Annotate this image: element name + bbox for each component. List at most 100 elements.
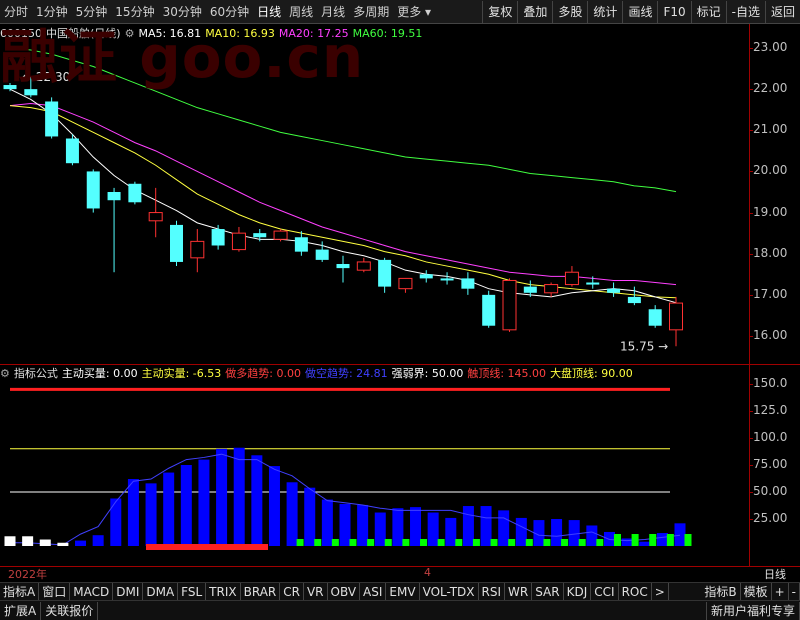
ma-legend: MA5: 16.81 MA10: 16.93 MA20: 17.25 MA60: 19… [138, 27, 426, 40]
candle[interactable] [65, 134, 79, 166]
toolbar-button[interactable]: 统计 [587, 0, 622, 23]
period-tab[interactable]: 分时 [0, 0, 32, 24]
candle[interactable] [148, 187, 163, 238]
period-tab[interactable]: 日线 [253, 0, 285, 24]
candle[interactable] [273, 229, 288, 242]
period-tab[interactable]: 60分钟 [206, 0, 253, 24]
candle[interactable] [378, 257, 392, 293]
price-tick-label: 18.00 [753, 245, 788, 260]
short-trend-bar [462, 506, 474, 546]
green-signal-bar [296, 539, 304, 546]
candle[interactable] [398, 277, 413, 293]
candle[interactable] [107, 187, 121, 273]
toolbar-button[interactable]: F10 [657, 0, 690, 23]
indicator-tab[interactable]: EMV [386, 583, 420, 601]
indicator-tab[interactable]: FSL [178, 583, 207, 601]
toolbar-button[interactable]: 复权 [482, 0, 517, 23]
indicator-tab[interactable]: BRAR [241, 583, 281, 601]
candle[interactable] [231, 226, 246, 252]
short-trend-bar [445, 517, 457, 546]
green-signal-bar [666, 534, 674, 546]
indicator-tab[interactable]: - [789, 583, 800, 601]
indicator-tab[interactable]: TRIX [206, 583, 241, 601]
bottom-button[interactable]: 关联报价 [41, 601, 99, 620]
toolbar-button[interactable]: -自选 [725, 0, 765, 23]
indicator-tab[interactable]: + [772, 583, 789, 601]
tool-buttons: 复权 叠加 多股 统计 画线 F10 标记 -自选 返回 [482, 0, 800, 24]
candle[interactable] [190, 229, 205, 273]
price-tick-label: 16.00 [753, 328, 788, 342]
indicator-tab[interactable]: ASI [360, 583, 387, 601]
toolbar-button[interactable]: 叠加 [517, 0, 552, 23]
period-tab[interactable]: 周线 [285, 0, 317, 24]
period-tab[interactable]: 15分钟 [111, 0, 158, 24]
short-trend-bar [674, 523, 686, 546]
candle[interactable] [627, 286, 641, 306]
price-tick-label: 22.00 [753, 81, 788, 96]
indicator-tab[interactable]: ROC [619, 583, 652, 601]
indicator-tab[interactable]: VOL-TDX [420, 583, 479, 601]
indicator-tab[interactable]: 指标B [701, 583, 741, 601]
indicator-menu-icon[interactable]: ⚙ [0, 367, 10, 380]
candle[interactable] [3, 82, 17, 92]
candle[interactable] [211, 224, 225, 250]
period-tab[interactable]: 1分钟 [32, 0, 72, 24]
candle[interactable] [440, 272, 454, 285]
indicator-tab[interactable]: 指标A [0, 583, 40, 601]
candle[interactable] [128, 181, 142, 205]
indicator-tab[interactable]: DMI [113, 583, 144, 601]
indicator-tick-label: 150.0 [753, 376, 788, 390]
settings-icon[interactable]: ⚙ [125, 27, 135, 40]
candle[interactable] [482, 290, 496, 328]
indicator-tab[interactable]: VR [304, 583, 328, 601]
indicator-tab[interactable]: WR [505, 583, 533, 601]
indicator-tab[interactable]: RSI [479, 583, 506, 601]
indicator-value-label: 强弱界: 50.00 [391, 367, 464, 380]
indicator-tab[interactable]: 窗口 [39, 583, 71, 601]
toolbar-button[interactable]: 画线 [622, 0, 657, 23]
candle[interactable] [45, 97, 59, 139]
indicator-value-label: 主动实量: -6.53 [141, 367, 222, 380]
indicator-tab[interactable]: DMA [143, 583, 179, 601]
candle[interactable] [294, 231, 308, 256]
indicator-tab[interactable]: SAR [532, 583, 564, 601]
toolbar-button[interactable]: 多股 [552, 0, 587, 23]
indicator-tab[interactable]: MACD [70, 583, 114, 601]
period-tab[interactable]: 5分钟 [72, 0, 112, 24]
indicator-tab[interactable]: > [652, 583, 669, 601]
candle[interactable] [564, 266, 579, 287]
candle[interactable] [648, 305, 662, 328]
short-trend-bar [233, 447, 245, 546]
active-buy-bar [4, 536, 16, 546]
period-tab[interactable]: 更多 ▾ [393, 0, 435, 24]
period-tab[interactable]: 月线 [317, 0, 349, 24]
candle[interactable] [502, 278, 517, 332]
period-tab[interactable]: 多周期 [349, 0, 393, 24]
indicator-tab[interactable]: 模板 [741, 583, 772, 601]
indicator-tab[interactable]: KDJ [564, 583, 592, 601]
bottom-button[interactable]: 扩展A [0, 601, 42, 620]
ma-label: MA10: 16.93 [205, 26, 275, 40]
candle[interactable] [607, 282, 621, 297]
candle[interactable] [356, 257, 371, 273]
indicator-tab[interactable]: CR [280, 583, 304, 601]
period-tab[interactable]: 30分钟 [159, 0, 206, 24]
candle[interactable] [86, 169, 100, 213]
toolbar-button[interactable]: 返回 [764, 0, 800, 23]
indicator-tabs: 指标A 窗口 MACD DMI DMA FSL TRIX BRAR CR VR OBV ASI EMV V… [0, 582, 800, 601]
indicator-tick-label: 25.00 [753, 511, 788, 525]
candle[interactable] [461, 272, 475, 295]
price-chart[interactable]: ← 22.30 15.75 → [0, 42, 749, 364]
indicator-tab[interactable]: CCI [591, 583, 619, 601]
candle[interactable] [170, 220, 183, 267]
candle[interactable] [419, 270, 433, 283]
indicator-name[interactable]: 指标公式 [14, 365, 58, 381]
toolbar-button[interactable]: 标记 [690, 0, 726, 23]
new-user-promo[interactable]: 新用户福利专享 [705, 601, 800, 620]
indicator-chart[interactable] [0, 382, 749, 566]
indicator-tab[interactable]: OBV [328, 583, 361, 601]
candle[interactable] [336, 255, 350, 283]
candle[interactable] [669, 296, 683, 347]
short-trend-bar [180, 465, 192, 546]
candle[interactable] [544, 282, 559, 297]
